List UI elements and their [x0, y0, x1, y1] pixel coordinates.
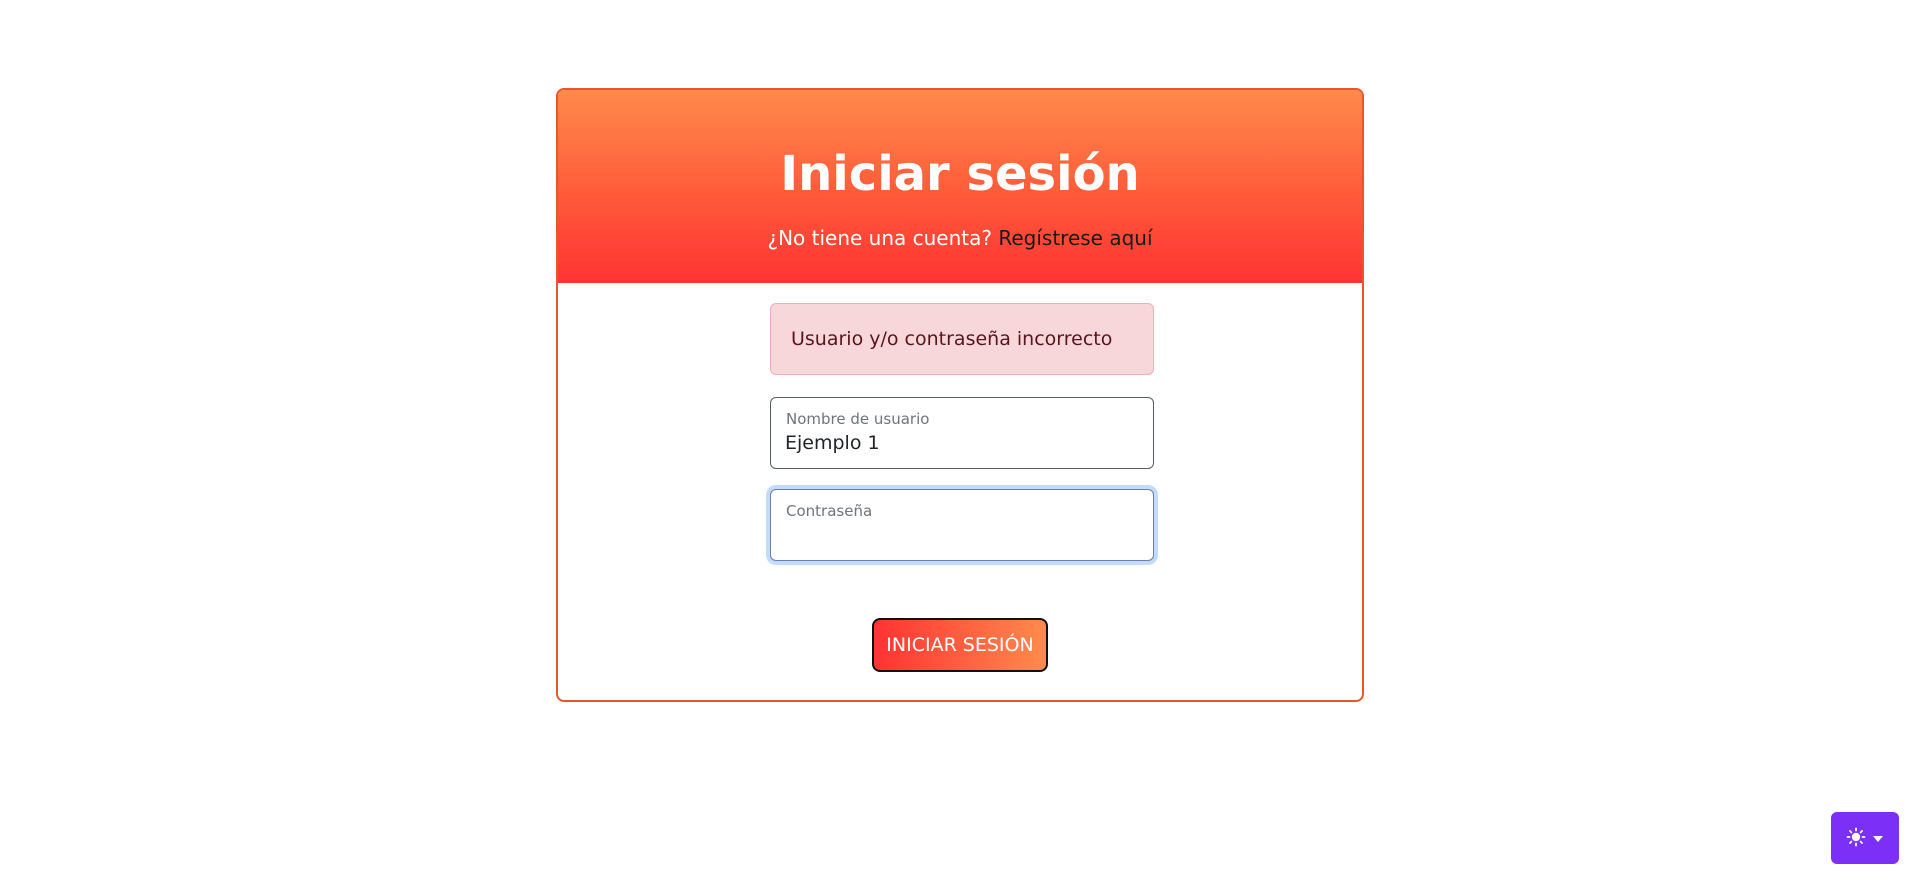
- login-card: Iniciar sesión ¿No tiene una cuenta? Reg…: [556, 88, 1364, 702]
- login-button[interactable]: INICIAR SESIÓN: [872, 618, 1048, 672]
- password-input[interactable]: [785, 524, 1135, 546]
- password-label: Contraseña: [786, 502, 873, 520]
- signup-prompt: ¿No tiene una cuenta? Regístrese aquí: [558, 224, 1362, 252]
- page-title: Iniciar sesión: [780, 146, 1140, 202]
- theme-toggle-button[interactable]: [1831, 812, 1899, 864]
- password-field[interactable]: Contraseña: [770, 489, 1154, 561]
- username-field[interactable]: Nombre de usuario: [770, 397, 1154, 469]
- caret-down-icon: [1872, 831, 1884, 846]
- login-header: Iniciar sesión ¿No tiene una cuenta? Reg…: [558, 90, 1362, 283]
- no-account-text: ¿No tiene una cuenta?: [767, 226, 992, 250]
- username-input[interactable]: [785, 432, 1135, 454]
- username-label: Nombre de usuario: [786, 410, 930, 428]
- register-link[interactable]: Regístrese aquí: [998, 226, 1152, 250]
- sun-icon: [1846, 827, 1866, 850]
- error-alert: Usuario y/o contraseña incorrecto: [770, 303, 1154, 375]
